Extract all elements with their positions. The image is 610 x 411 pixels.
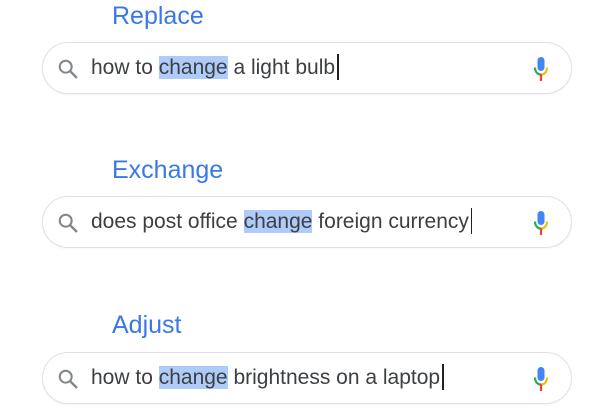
group-label-adjust: Adjust bbox=[112, 311, 182, 339]
search-icon bbox=[58, 59, 78, 79]
query-text-after: foreign currency bbox=[312, 210, 469, 233]
query-text-before: how to bbox=[91, 56, 159, 79]
query-text-after: brightness on a laptop bbox=[227, 366, 441, 389]
text-caret bbox=[442, 364, 444, 390]
search-input[interactable]: how to change brightness on a laptop bbox=[91, 353, 444, 403]
search-input[interactable]: how to change a light bulb bbox=[91, 43, 339, 93]
search-icon bbox=[58, 369, 78, 389]
search-icon bbox=[58, 213, 78, 233]
text-caret bbox=[337, 54, 339, 80]
text-caret bbox=[470, 208, 473, 234]
query-text-after: a light bulb bbox=[227, 56, 336, 79]
group-label-exchange: Exchange bbox=[112, 156, 224, 184]
query-text-before: does post office bbox=[91, 210, 244, 233]
query-text-before: how to bbox=[91, 366, 159, 389]
search-bar[interactable]: how to change a light bulb bbox=[42, 42, 572, 94]
mic-icon[interactable] bbox=[533, 56, 549, 82]
search-bar[interactable]: does post office change foreign currency bbox=[42, 196, 572, 248]
mic-icon[interactable] bbox=[533, 210, 549, 236]
search-input[interactable]: does post office change foreign currency bbox=[91, 197, 473, 247]
query-highlight: change bbox=[158, 366, 228, 389]
query-highlight: change bbox=[243, 210, 313, 233]
query-highlight: change bbox=[158, 56, 228, 79]
mic-icon[interactable] bbox=[533, 366, 549, 392]
group-label-replace: Replace bbox=[112, 2, 204, 30]
search-bar[interactable]: how to change brightness on a laptop bbox=[42, 352, 572, 404]
